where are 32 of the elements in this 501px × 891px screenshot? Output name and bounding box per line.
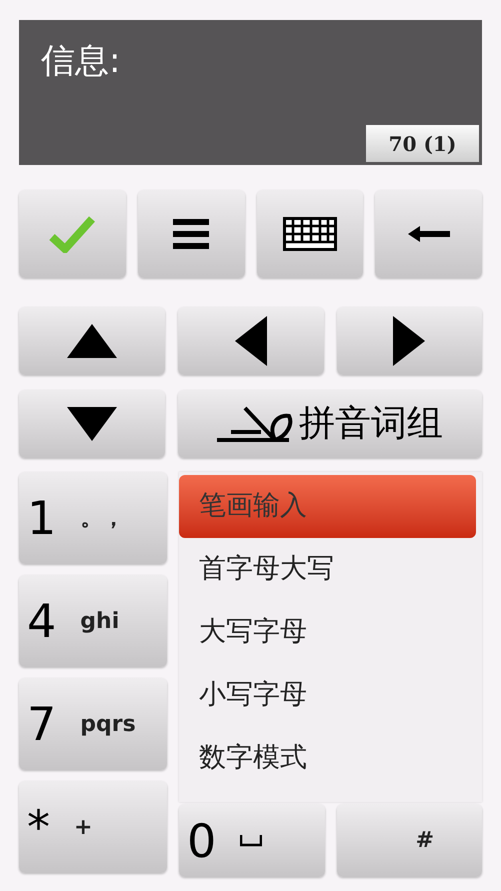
up-button[interactable] — [19, 307, 165, 375]
space-icon — [240, 834, 262, 846]
keypad-key[interactable]: 0 — [179, 804, 324, 877]
menu-item[interactable]: 数字模式 — [179, 727, 476, 790]
right-button[interactable] — [336, 307, 482, 375]
keyboard-icon — [282, 217, 337, 251]
menu-item[interactable]: 小写字母 — [179, 664, 476, 727]
menu-item[interactable]: 首字母大写 — [179, 538, 476, 601]
menu-button[interactable] — [138, 190, 244, 278]
up-triangle-icon — [67, 324, 117, 358]
message-label: 信息: — [41, 40, 120, 83]
back-arrow-icon — [408, 226, 450, 242]
keypad-key[interactable]: # — [336, 804, 482, 877]
menu-icon — [173, 219, 210, 249]
keypad-key[interactable]: 7 pqrs — [19, 678, 167, 770]
down-triangle-icon — [67, 407, 117, 441]
keypad-key[interactable]: 4 ghi — [19, 575, 167, 667]
left-triangle-icon — [234, 316, 267, 366]
input-mode-button[interactable]: 拼音词组 — [178, 390, 482, 458]
keyboard-button[interactable] — [256, 190, 364, 278]
down-button[interactable] — [19, 390, 165, 458]
character-counter: 70 (1) — [366, 125, 479, 162]
message-field[interactable]: 信息: 70 (1) — [19, 20, 482, 165]
keypad-key[interactable]: * + — [19, 781, 167, 873]
right-triangle-icon — [393, 316, 426, 366]
check-button[interactable] — [19, 190, 126, 278]
left-button[interactable] — [178, 307, 324, 375]
keypad-key[interactable]: 1 。， — [19, 472, 167, 564]
menu-item[interactable]: 大写字母 — [179, 601, 476, 664]
checkmark-icon — [49, 215, 96, 253]
handwriting-icon — [217, 406, 295, 442]
backspace-button[interactable] — [375, 190, 482, 278]
